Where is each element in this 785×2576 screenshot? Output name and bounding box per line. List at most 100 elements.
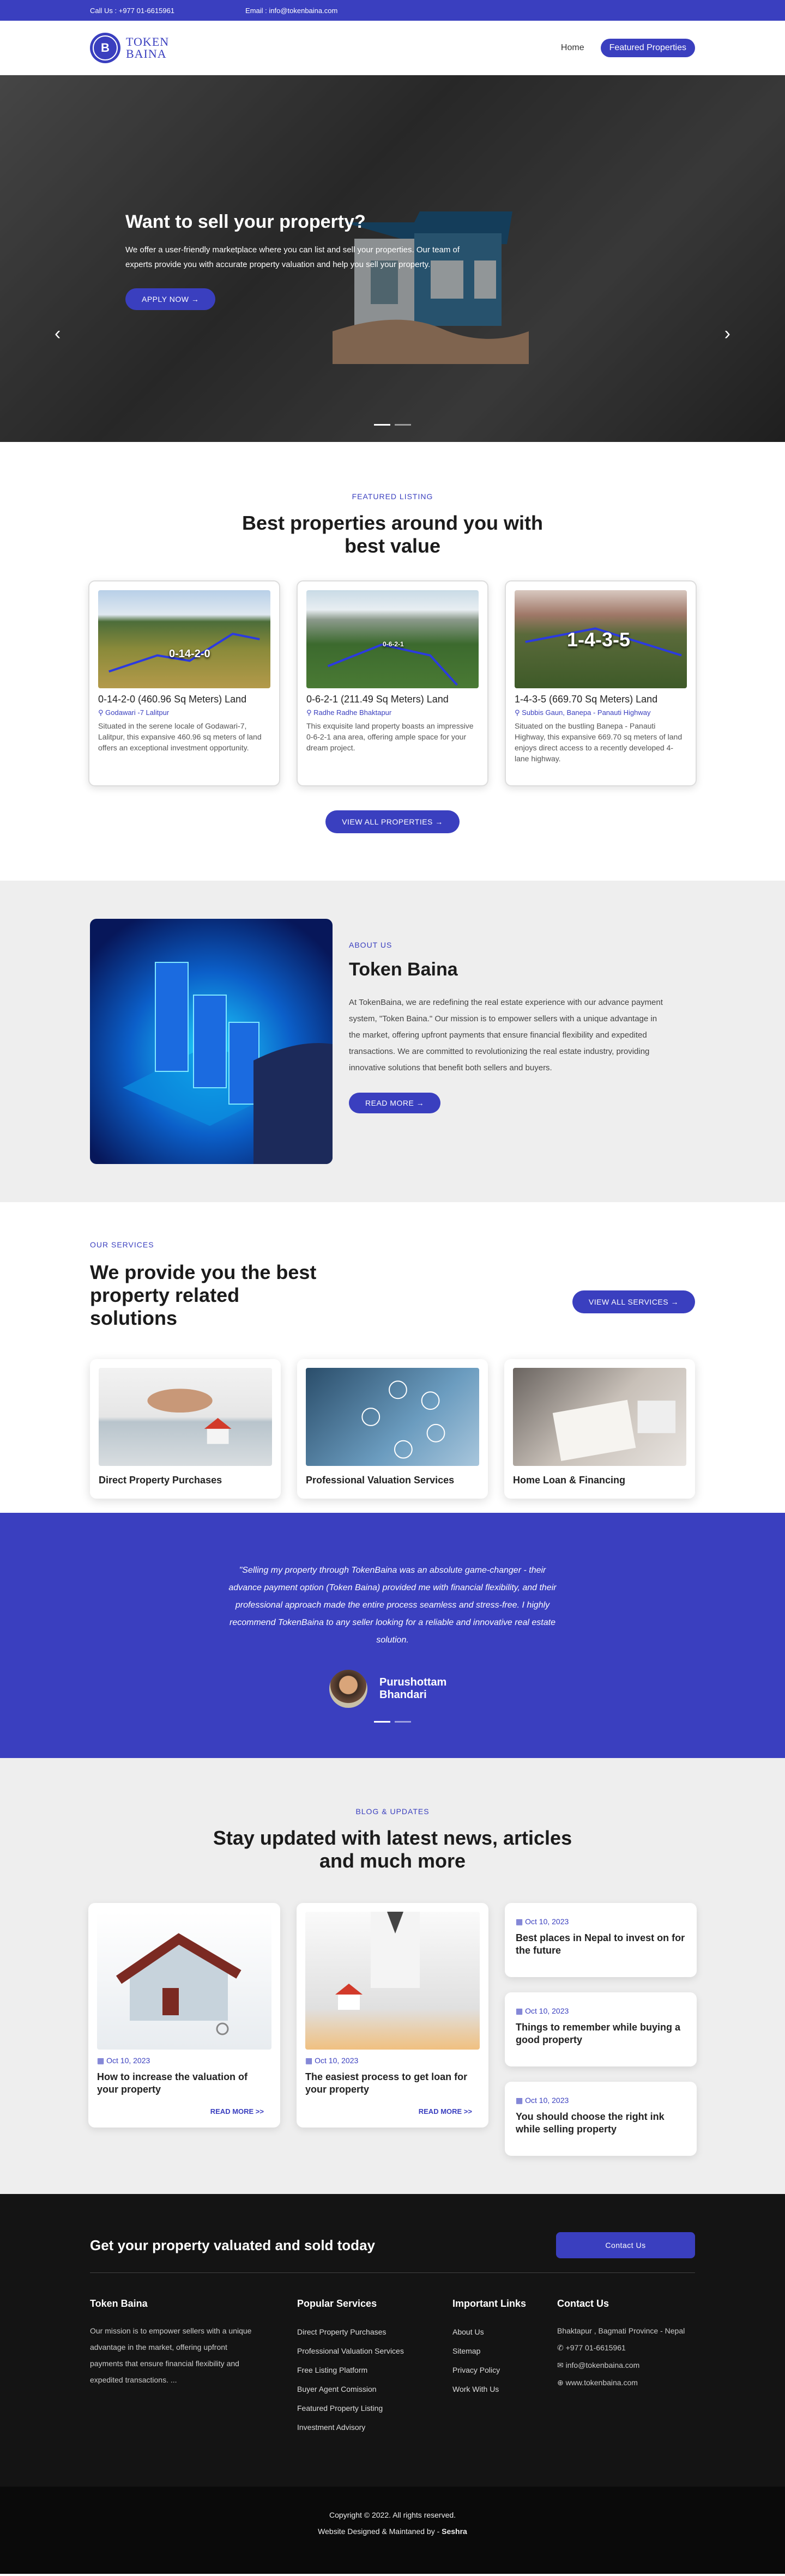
footer-contact-title: Contact Us	[557, 2298, 609, 2309]
property-card[interactable]: 0-14-2-0 0-14-2-0 (460.96 Sq Meters) Lan…	[88, 580, 280, 786]
logo-icon: B	[90, 32, 120, 63]
blog-title[interactable]: The easiest process to get loan for your…	[305, 2071, 480, 2096]
testimonial-dot[interactable]	[374, 1721, 390, 1723]
property-title[interactable]: 1-4-3-5 (669.70 Sq Meters) Land	[515, 694, 687, 705]
footer-link[interactable]: About Us	[452, 2323, 557, 2342]
blog-title[interactable]: You should choose the right ink while se…	[516, 2111, 686, 2136]
blog-date: ▦ Oct 10, 2023	[516, 1917, 686, 1926]
blog-image	[305, 1912, 480, 2050]
logo-line2: BAINA	[126, 46, 167, 60]
property-cards: 0-14-2-0 0-14-2-0 (460.96 Sq Meters) Lan…	[0, 580, 785, 786]
house-loan-image	[335, 1912, 420, 2010]
hero-title: Want to sell your property?	[125, 211, 366, 232]
blog-card[interactable]: ▦ Oct 10, 2023 How to increase the valua…	[88, 1903, 280, 2128]
blog-date: ▦ Oct 10, 2023	[516, 2096, 686, 2105]
blog-date-text: Oct 10, 2023	[525, 2007, 569, 2015]
nav-featured-properties[interactable]: Featured Properties	[600, 38, 695, 57]
nav-links: Home Featured Properties	[561, 38, 695, 57]
slider-next-icon[interactable]: ›	[724, 323, 730, 344]
service-card[interactable]: Direct Property Purchases	[90, 1359, 281, 1499]
footer-link[interactable]: Professional Valuation Services	[297, 2342, 452, 2361]
service-title: Home Loan & Financing	[513, 1475, 626, 1486]
property-card[interactable]: 0-6-2-1 0-6-2-1 (211.49 Sq Meters) Land …	[297, 580, 488, 786]
testimonial-dot[interactable]	[395, 1721, 411, 1723]
property-card[interactable]: 1-4-3-5 1-4-3-5 (669.70 Sq Meters) Land …	[505, 580, 697, 786]
services-title: We provide you the best property related…	[90, 1261, 317, 1329]
calendar-icon: ▦	[305, 2056, 315, 2065]
service-card[interactable]: Professional Valuation Services	[297, 1359, 488, 1499]
call-info[interactable]: Call Us : +977 01-6615961	[90, 7, 174, 15]
property-title[interactable]: 0-14-2-0 (460.96 Sq Meters) Land	[98, 694, 270, 705]
phone-icon: ✆	[557, 2343, 566, 2352]
slider-dot[interactable]	[374, 424, 390, 426]
blog-title[interactable]: Best places in Nepal to invest on for th…	[516, 1932, 686, 1957]
logo[interactable]: B TOKEN BAINA	[90, 32, 170, 63]
slider-dots	[374, 424, 411, 426]
testimonial-author: Purushottam Bhandari	[0, 1670, 785, 1708]
footer-link[interactable]: Privacy Policy	[452, 2361, 557, 2380]
slider-dot[interactable]	[395, 424, 411, 426]
read-more-link[interactable]: READ MORE >>	[419, 2107, 472, 2116]
about-image	[90, 919, 333, 1164]
valuation-icons-image	[361, 1380, 445, 1459]
footer-services: Popular Services Direct Property Purchas…	[297, 2298, 452, 2437]
top-bar: Call Us : +977 01-6615961 Email : info@t…	[0, 0, 785, 21]
location-pin-icon: ⚲	[306, 708, 314, 717]
footer-link[interactable]: Buyer Agent Comission	[297, 2380, 452, 2399]
testimonial-section: "Selling my property through TokenBaina …	[0, 1513, 785, 1758]
footer-address: Bhaktapur , Bagmati Province - Nepal	[557, 2326, 685, 2335]
contact-us-button[interactable]: Contact Us	[556, 2232, 695, 2258]
read-more-link[interactable]: READ MORE >>	[210, 2107, 264, 2116]
property-location-text: Godawari -7 Lalitpur	[105, 708, 170, 717]
property-location-text: Subbis Gaun, Banepa - Panauti Highway	[522, 708, 651, 717]
service-card[interactable]: Home Loan & Financing	[504, 1359, 695, 1499]
mail-icon: ✉	[557, 2361, 566, 2369]
location-pin-icon: ⚲	[98, 708, 106, 717]
email-info[interactable]: Email : info@tokenbaina.com	[245, 7, 337, 15]
featured-section: FEATURED LISTING Best properties around …	[0, 442, 785, 881]
house-model-keys-image	[116, 1933, 241, 2035]
footer-web[interactable]: ⊕ www.tokenbaina.com	[557, 2374, 693, 2391]
nav-home[interactable]: Home	[561, 43, 584, 53]
footer-links-title: Important Links	[452, 2298, 527, 2309]
footer-link[interactable]: Sitemap	[452, 2342, 557, 2361]
footer-link[interactable]: Featured Property Listing	[297, 2399, 452, 2418]
apply-now-button[interactable]: APPLY NOW →	[125, 288, 216, 310]
property-image: 1-4-3-5	[515, 590, 687, 688]
blog-title[interactable]: How to increase the valuation of your pr…	[97, 2071, 271, 2096]
property-title[interactable]: 0-6-2-1 (211.49 Sq Meters) Land	[306, 694, 479, 705]
hero-slider: ‹ › Want to sell your property? We offer…	[0, 75, 785, 442]
view-all-properties-button[interactable]: VIEW ALL PROPERTIES →	[325, 810, 460, 833]
blog-side-card[interactable]: ▦ Oct 10, 2023 You should choose the rig…	[505, 2082, 697, 2156]
footer-link[interactable]: Investment Advisory	[297, 2418, 452, 2437]
featured-title: Best properties around you with best val…	[241, 512, 544, 557]
blog-section: BLOG & UPDATES Stay updated with latest …	[0, 1758, 785, 2194]
calendar-icon: ▦	[516, 2007, 526, 2015]
footer-link[interactable]: Direct Property Purchases	[297, 2323, 452, 2342]
about-section: ABOUT US Token Baina At TokenBaina, we a…	[0, 881, 785, 1202]
blog-date: ▦ Oct 10, 2023	[305, 2056, 480, 2065]
read-more-button[interactable]: READ MORE →	[349, 1093, 441, 1113]
slider-prev-icon[interactable]: ‹	[55, 323, 61, 344]
blog-date-text: Oct 10, 2023	[525, 1917, 569, 1926]
boundary-line	[108, 633, 260, 673]
logo-line1: TOKEN	[126, 34, 170, 49]
footer-phone[interactable]: ✆ +977 01-6615961	[557, 2339, 693, 2356]
testimonial-quote: "Selling my property through TokenBaina …	[228, 1566, 557, 1645]
blog-side-card[interactable]: ▦ Oct 10, 2023 Best places in Nepal to i…	[505, 1903, 697, 1977]
blog-title[interactable]: Things to remember while buying a good p…	[516, 2021, 686, 2046]
about-kicker: ABOUT US	[349, 941, 392, 949]
blog-side-card[interactable]: ▦ Oct 10, 2023 Things to remember while …	[505, 1992, 697, 2066]
footer-link[interactable]: Work With Us	[452, 2380, 557, 2399]
boundary-line	[327, 643, 458, 686]
blog-card[interactable]: ▦ Oct 10, 2023 The easiest process to ge…	[297, 1903, 488, 2128]
footer-link[interactable]: Free Listing Platform	[297, 2361, 452, 2380]
footer-columns: Token Baina Our mission is to empower se…	[90, 2298, 695, 2437]
footer-email[interactable]: ✉ info@tokenbaina.com	[557, 2356, 693, 2374]
view-all-services-button[interactable]: VIEW ALL SERVICES →	[572, 1290, 695, 1313]
blog-grid: ▦ Oct 10, 2023 How to increase the valua…	[0, 1903, 785, 2156]
property-overlay-label: 0-14-2-0	[169, 648, 210, 660]
footer-about: Token Baina Our mission is to empower se…	[90, 2298, 297, 2437]
credit-link[interactable]: Seshra	[442, 2527, 467, 2536]
property-location: ⚲ Subbis Gaun, Banepa - Panauti Highway	[515, 708, 687, 717]
